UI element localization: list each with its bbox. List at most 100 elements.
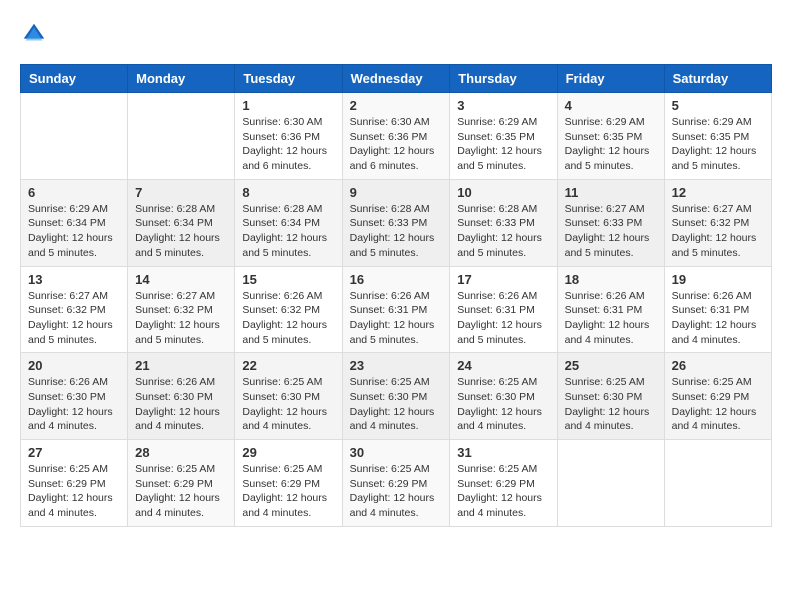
calendar-header-sunday: Sunday <box>21 65 128 93</box>
calendar-cell: 22 Sunrise: 6:25 AMSunset: 6:30 PMDayligh… <box>235 353 342 440</box>
day-number: 29 <box>242 445 334 460</box>
calendar-cell: 17 Sunrise: 6:26 AMSunset: 6:31 PMDayligh… <box>450 266 557 353</box>
calendar-cell: 20 Sunrise: 6:26 AMSunset: 6:30 PMDayligh… <box>21 353 128 440</box>
day-info: Sunrise: 6:25 AMSunset: 6:29 PMDaylight:… <box>28 462 120 521</box>
calendar-cell: 1 Sunrise: 6:30 AMSunset: 6:36 PMDaylight… <box>235 93 342 180</box>
day-number: 1 <box>242 98 334 113</box>
day-info: Sunrise: 6:28 AMSunset: 6:34 PMDaylight:… <box>242 202 334 261</box>
day-number: 13 <box>28 272 120 287</box>
day-number: 12 <box>672 185 764 200</box>
day-number: 16 <box>350 272 443 287</box>
day-number: 18 <box>565 272 657 287</box>
calendar-cell <box>664 440 771 527</box>
calendar-cell: 25 Sunrise: 6:25 AMSunset: 6:30 PMDayligh… <box>557 353 664 440</box>
day-number: 23 <box>350 358 443 373</box>
day-number: 6 <box>28 185 120 200</box>
calendar-cell: 23 Sunrise: 6:25 AMSunset: 6:30 PMDayligh… <box>342 353 450 440</box>
day-number: 20 <box>28 358 120 373</box>
calendar-cell: 9 Sunrise: 6:28 AMSunset: 6:33 PMDaylight… <box>342 179 450 266</box>
calendar-header-monday: Monday <box>128 65 235 93</box>
day-number: 15 <box>242 272 334 287</box>
day-info: Sunrise: 6:27 AMSunset: 6:32 PMDaylight:… <box>28 289 120 348</box>
day-number: 10 <box>457 185 549 200</box>
day-number: 5 <box>672 98 764 113</box>
day-number: 11 <box>565 185 657 200</box>
calendar-cell <box>557 440 664 527</box>
calendar-cell: 24Sunrise: 6:25 AMSunset: 6:30 PMDayligh… <box>450 353 557 440</box>
calendar-cell <box>128 93 235 180</box>
day-info: Sunrise: 6:26 AMSunset: 6:30 PMDaylight:… <box>135 375 227 434</box>
day-info: Sunrise: 6:29 AMSunset: 6:35 PMDaylight:… <box>565 115 657 174</box>
day-number: 9 <box>350 185 443 200</box>
logo-icon <box>20 20 48 48</box>
day-info: Sunrise: 6:25 AMSunset: 6:30 PMDaylight:… <box>242 375 334 434</box>
calendar-header-thursday: Thursday <box>450 65 557 93</box>
day-info: Sunrise: 6:26 AMSunset: 6:32 PMDaylight:… <box>242 289 334 348</box>
calendar-cell: 18Sunrise: 6:26 AMSunset: 6:31 PMDayligh… <box>557 266 664 353</box>
calendar: SundayMondayTuesdayWednesdayThursdayFrid… <box>20 64 772 527</box>
calendar-cell: 26 Sunrise: 6:25 AMSunset: 6:29 PMDayligh… <box>664 353 771 440</box>
day-info: Sunrise: 6:27 AMSunset: 6:32 PMDaylight:… <box>672 202 764 261</box>
day-number: 3 <box>457 98 549 113</box>
day-number: 25 <box>565 358 657 373</box>
day-number: 27 <box>28 445 120 460</box>
day-info: Sunrise: 6:25 AMSunset: 6:30 PMDaylight:… <box>565 375 657 434</box>
day-info: Sunrise: 6:25 AMSunset: 6:29 PMDaylight:… <box>135 462 227 521</box>
day-number: 7 <box>135 185 227 200</box>
day-number: 21 <box>135 358 227 373</box>
calendar-cell: 4 Sunrise: 6:29 AMSunset: 6:35 PMDaylight… <box>557 93 664 180</box>
calendar-header-tuesday: Tuesday <box>235 65 342 93</box>
calendar-header-friday: Friday <box>557 65 664 93</box>
day-info: Sunrise: 6:25 AMSunset: 6:29 PMDaylight:… <box>672 375 764 434</box>
calendar-cell: 30 Sunrise: 6:25 AMSunset: 6:29 PMDayligh… <box>342 440 450 527</box>
day-info: Sunrise: 6:26 AMSunset: 6:31 PMDaylight:… <box>457 289 549 348</box>
day-info: Sunrise: 6:27 AMSunset: 6:32 PMDaylight:… <box>135 289 227 348</box>
calendar-cell: 6 Sunrise: 6:29 AMSunset: 6:34 PMDaylight… <box>21 179 128 266</box>
day-number: 28 <box>135 445 227 460</box>
day-number: 17 <box>457 272 549 287</box>
calendar-cell <box>21 93 128 180</box>
day-number: 22 <box>242 358 334 373</box>
day-info: Sunrise: 6:25 AMSunset: 6:30 PMDaylight:… <box>457 375 549 434</box>
day-number: 31 <box>457 445 549 460</box>
day-info: Sunrise: 6:25 AMSunset: 6:30 PMDaylight:… <box>350 375 443 434</box>
calendar-header-saturday: Saturday <box>664 65 771 93</box>
day-info: Sunrise: 6:29 AMSunset: 6:35 PMDaylight:… <box>457 115 549 174</box>
calendar-cell: 14 Sunrise: 6:27 AMSunset: 6:32 PMDayligh… <box>128 266 235 353</box>
day-info: Sunrise: 6:26 AMSunset: 6:30 PMDaylight:… <box>28 375 120 434</box>
logo <box>20 20 52 48</box>
day-number: 4 <box>565 98 657 113</box>
day-info: Sunrise: 6:25 AMSunset: 6:29 PMDaylight:… <box>457 462 549 521</box>
day-info: Sunrise: 6:29 AMSunset: 6:34 PMDaylight:… <box>28 202 120 261</box>
calendar-header-wednesday: Wednesday <box>342 65 450 93</box>
calendar-cell: 11Sunrise: 6:27 AMSunset: 6:33 PMDayligh… <box>557 179 664 266</box>
calendar-cell: 27 Sunrise: 6:25 AMSunset: 6:29 PMDayligh… <box>21 440 128 527</box>
day-info: Sunrise: 6:30 AMSunset: 6:36 PMDaylight:… <box>242 115 334 174</box>
day-info: Sunrise: 6:29 AMSunset: 6:35 PMDaylight:… <box>672 115 764 174</box>
page-header <box>20 20 772 48</box>
day-info: Sunrise: 6:25 AMSunset: 6:29 PMDaylight:… <box>242 462 334 521</box>
calendar-cell: 10 Sunrise: 6:28 AMSunset: 6:33 PMDayligh… <box>450 179 557 266</box>
day-info: Sunrise: 6:25 AMSunset: 6:29 PMDaylight:… <box>350 462 443 521</box>
day-number: 2 <box>350 98 443 113</box>
day-number: 8 <box>242 185 334 200</box>
day-info: Sunrise: 6:26 AMSunset: 6:31 PMDaylight:… <box>350 289 443 348</box>
calendar-cell: 19Sunrise: 6:26 AMSunset: 6:31 PMDayligh… <box>664 266 771 353</box>
day-number: 19 <box>672 272 764 287</box>
calendar-cell: 28 Sunrise: 6:25 AMSunset: 6:29 PMDayligh… <box>128 440 235 527</box>
calendar-cell: 31 Sunrise: 6:25 AMSunset: 6:29 PMDayligh… <box>450 440 557 527</box>
calendar-cell: 7 Sunrise: 6:28 AMSunset: 6:34 PMDaylight… <box>128 179 235 266</box>
calendar-cell: 2 Sunrise: 6:30 AMSunset: 6:36 PMDaylight… <box>342 93 450 180</box>
calendar-cell: 5 Sunrise: 6:29 AMSunset: 6:35 PMDaylight… <box>664 93 771 180</box>
calendar-cell: 15 Sunrise: 6:26 AMSunset: 6:32 PMDayligh… <box>235 266 342 353</box>
day-number: 30 <box>350 445 443 460</box>
day-number: 14 <box>135 272 227 287</box>
day-info: Sunrise: 6:28 AMSunset: 6:34 PMDaylight:… <box>135 202 227 261</box>
day-number: 26 <box>672 358 764 373</box>
day-info: Sunrise: 6:28 AMSunset: 6:33 PMDaylight:… <box>350 202 443 261</box>
calendar-cell: 21 Sunrise: 6:26 AMSunset: 6:30 PMDayligh… <box>128 353 235 440</box>
calendar-cell: 13 Sunrise: 6:27 AMSunset: 6:32 PMDayligh… <box>21 266 128 353</box>
calendar-cell: 8 Sunrise: 6:28 AMSunset: 6:34 PMDaylight… <box>235 179 342 266</box>
day-info: Sunrise: 6:30 AMSunset: 6:36 PMDaylight:… <box>350 115 443 174</box>
day-info: Sunrise: 6:28 AMSunset: 6:33 PMDaylight:… <box>457 202 549 261</box>
